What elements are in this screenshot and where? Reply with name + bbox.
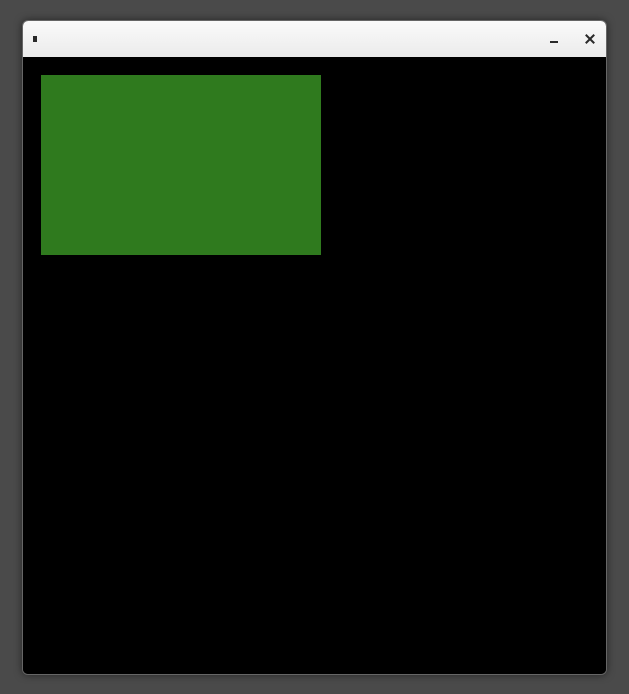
minimize-button[interactable]: [548, 33, 560, 45]
green-rectangle: [41, 75, 321, 255]
close-icon: [584, 33, 596, 45]
canvas-area: [23, 57, 606, 674]
minimize-icon: [550, 41, 558, 43]
app-icon: [33, 34, 43, 44]
window-controls: [548, 33, 596, 45]
application-window: [22, 20, 607, 675]
title-bar[interactable]: [23, 21, 606, 57]
close-button[interactable]: [584, 33, 596, 45]
